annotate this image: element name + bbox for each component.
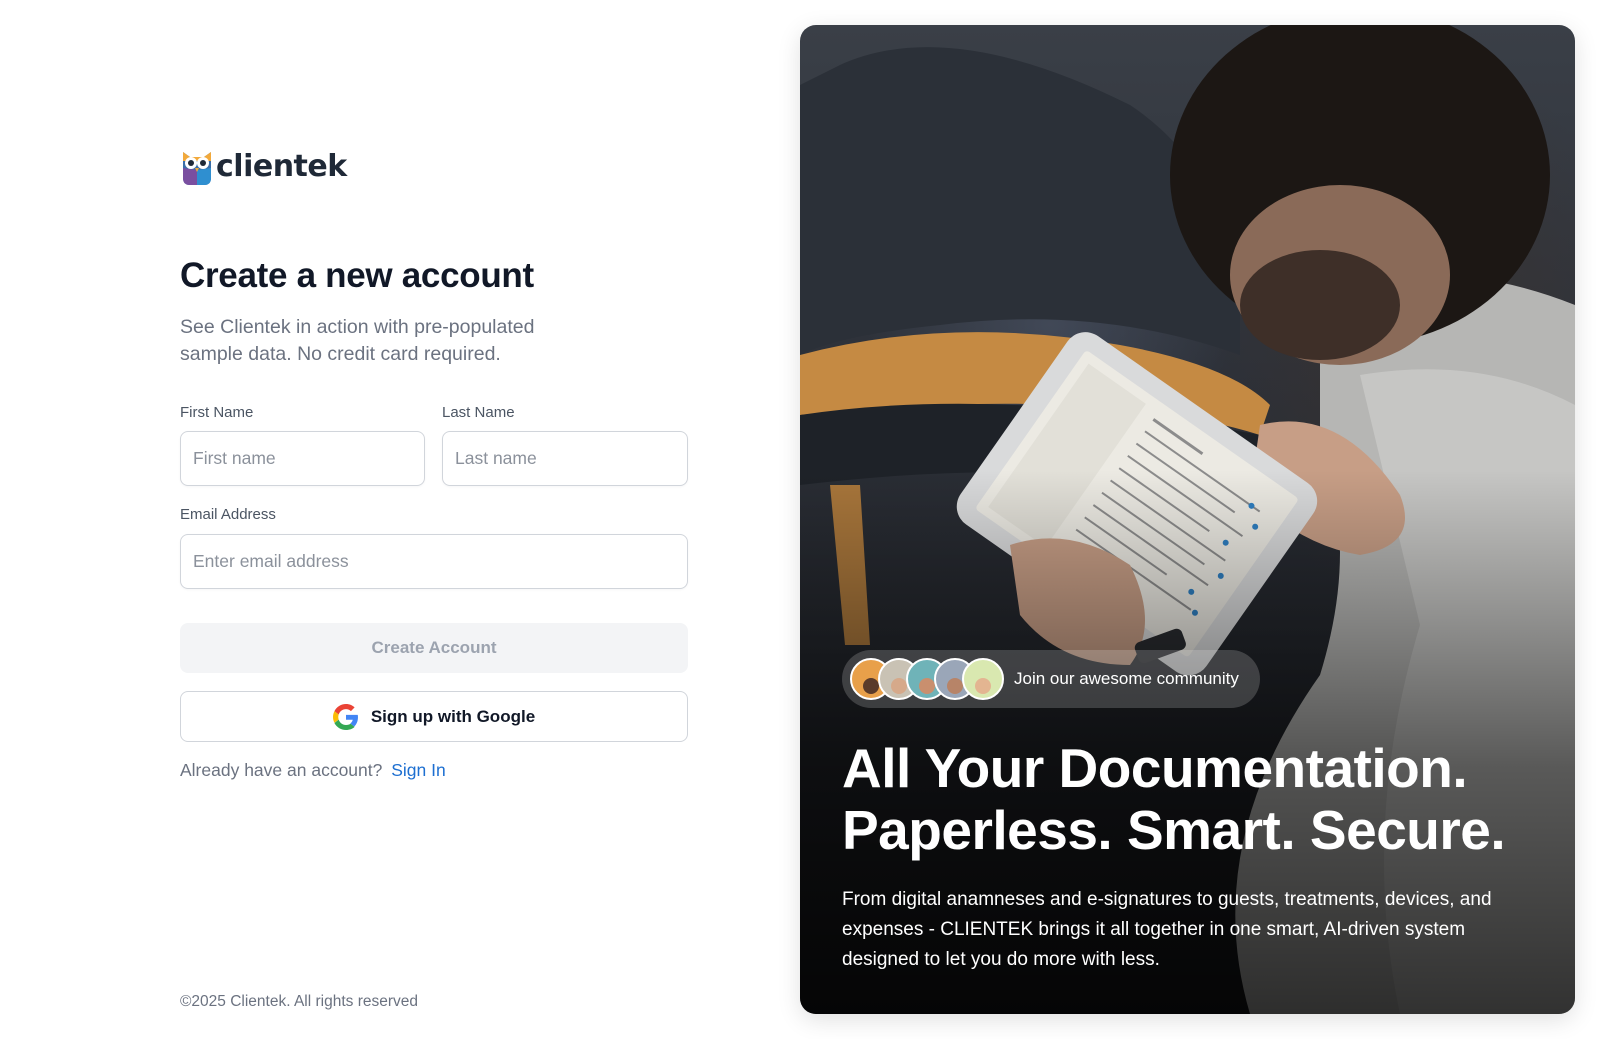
owl-logo-icon bbox=[183, 152, 211, 185]
google-icon bbox=[332, 703, 358, 730]
hero-panel: Join our awesome community All Your Docu… bbox=[800, 25, 1575, 1014]
hero-headline: All Your Documentation. Paperless. Smart… bbox=[842, 737, 1542, 861]
first-name-label: First Name bbox=[180, 404, 254, 421]
email-label: Email Address bbox=[180, 506, 276, 523]
last-name-label: Last Name bbox=[442, 404, 515, 421]
create-account-button[interactable]: Create Account bbox=[180, 623, 688, 673]
avatar-group bbox=[850, 658, 1004, 700]
hero-headline-line-1: All Your Documentation. bbox=[842, 737, 1468, 799]
hero-headline-line-2: Paperless. Smart. Secure. bbox=[842, 799, 1506, 861]
signin-prompt-text: Already have an account? bbox=[180, 760, 383, 780]
brand-name: clientek bbox=[216, 149, 347, 184]
last-name-input[interactable] bbox=[442, 431, 688, 486]
page-title: Create a new account bbox=[180, 256, 534, 295]
google-signup-button[interactable]: Sign up with Google bbox=[180, 691, 688, 742]
signin-link[interactable]: Sign In bbox=[391, 760, 445, 780]
brand-logo[interactable]: clientek bbox=[180, 148, 347, 186]
community-text: Join our awesome community bbox=[1014, 669, 1239, 688]
email-input[interactable] bbox=[180, 534, 688, 589]
google-button-label: Sign up with Google bbox=[370, 706, 536, 726]
copyright-text: ©2025 Clientek. All rights reserved bbox=[180, 993, 419, 1010]
first-name-input[interactable] bbox=[180, 431, 425, 486]
signup-panel: clientek Create a new account See Client… bbox=[0, 0, 800, 1039]
signup-page: clientek Create a new account See Client… bbox=[0, 0, 1600, 1039]
community-avatar-5 bbox=[962, 658, 1004, 700]
page-subtitle: See Clientek in action with pre-populate… bbox=[180, 316, 535, 365]
hero-description: From digital anamneses and e-signatures … bbox=[842, 889, 1492, 970]
hero-gradient-overlay bbox=[800, 25, 1575, 1014]
signin-prompt: Already have an account? Sign In bbox=[180, 760, 446, 781]
community-badge[interactable]: Join our awesome community bbox=[842, 650, 1260, 708]
